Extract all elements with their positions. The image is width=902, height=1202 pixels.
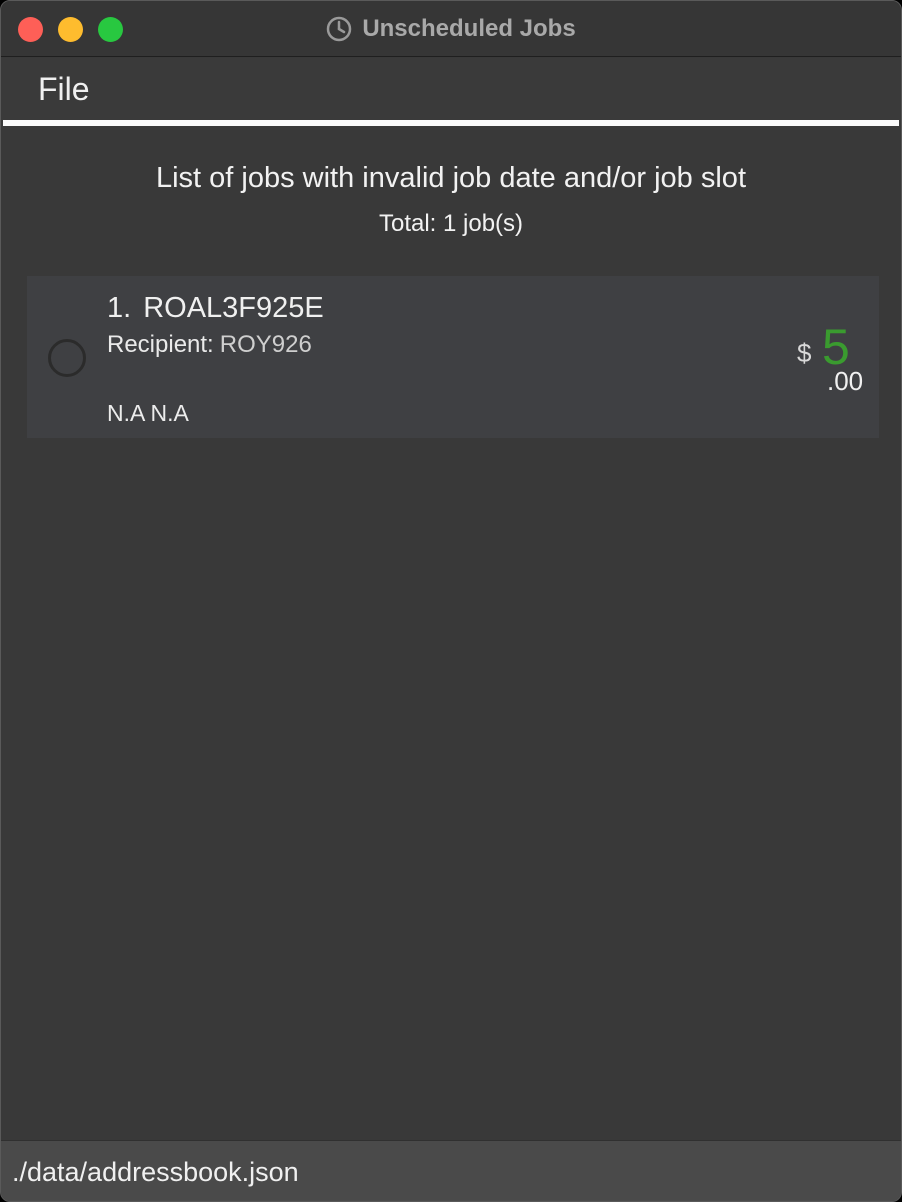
main-content: List of jobs with invalid job date and/o…	[1, 126, 901, 1140]
price-cents: .00	[827, 366, 864, 396]
title-bar[interactable]: Unscheduled Jobs	[1, 1, 901, 57]
app-window: Unscheduled Jobs File List of jobs with …	[0, 0, 902, 1202]
menu-bar: File	[1, 58, 901, 120]
data-file-path: ./data/addressbook.json	[12, 1157, 299, 1187]
status-bar: ./data/addressbook.json	[1, 1140, 901, 1201]
menu-file[interactable]: File	[38, 71, 90, 108]
job-title: 1. ROAL3F925E	[107, 292, 324, 325]
page-title: List of jobs with invalid job date and/o…	[155, 162, 746, 194]
job-id: ROAL3F925E	[143, 292, 324, 324]
select-radio[interactable]	[48, 339, 86, 377]
recipient-value: ROY926	[219, 331, 312, 358]
job-count: Total: 1 job(s)	[378, 210, 524, 237]
window-title-group: Unscheduled Jobs	[1, 14, 901, 44]
window-title: Unscheduled Jobs	[362, 15, 576, 42]
price-currency: $	[797, 338, 812, 368]
job-recipient: Recipient: ROY926	[107, 331, 312, 359]
recipient-label: Recipient:	[107, 331, 214, 358]
clock-icon	[327, 16, 352, 42]
job-index: 1.	[107, 292, 132, 324]
job-address: N.A N.A	[107, 400, 189, 426]
list-item[interactable]: 1. ROAL3F925E Recipient: ROY926 N.A N.A $ …	[27, 276, 879, 438]
price-whole: 5	[822, 319, 850, 375]
